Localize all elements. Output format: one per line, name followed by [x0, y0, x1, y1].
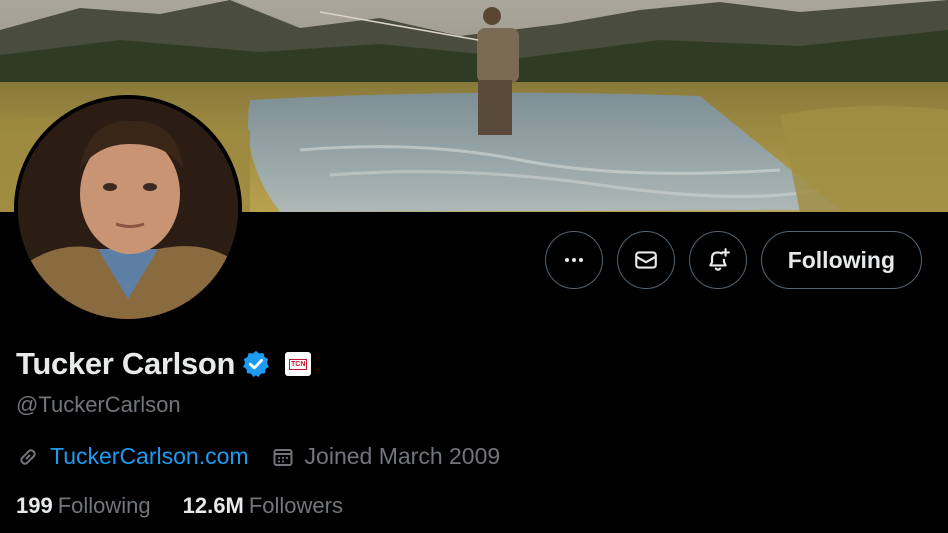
more-button[interactable] [544, 231, 603, 289]
followers-stat[interactable]: 12.6M Followers [183, 493, 343, 519]
followers-count: 12.6M [182, 493, 244, 518]
affiliation-badge-text: TCN [289, 358, 308, 370]
profile-avatar[interactable] [14, 95, 242, 323]
following-button[interactable]: Following [760, 231, 922, 289]
bell-plus-icon [709, 248, 730, 271]
joined-date: Joined March 2009 [304, 443, 501, 469]
more-horizontal-icon [564, 258, 583, 262]
follow-stats: 199 Following 12.6M Followers [16, 493, 343, 519]
following-stat[interactable]: 199 Following [16, 493, 151, 519]
notifications-button[interactable] [688, 231, 747, 289]
following-count: 199 [16, 493, 53, 518]
message-button[interactable] [616, 231, 675, 289]
envelope-icon [634, 251, 657, 269]
profile-actions: Following [544, 231, 922, 289]
profile-handle: @TuckerCarlson [16, 392, 181, 417]
name-row: Tucker Carlson TCN [16, 346, 312, 382]
following-label: Following [57, 493, 151, 518]
link-icon [20, 448, 36, 465]
avatar-photo [18, 99, 238, 319]
display-name: Tucker Carlson [16, 346, 236, 381]
website-item: TuckerCarlson.com [16, 443, 249, 470]
website-link[interactable]: TuckerCarlson.com [50, 443, 249, 470]
joined-item: Joined March 2009 [271, 443, 501, 470]
followers-label: Followers [248, 493, 343, 518]
affiliation-badge[interactable]: TCN [285, 352, 312, 376]
calendar-icon [273, 448, 293, 466]
verified-badge-icon[interactable] [241, 349, 271, 379]
profile-meta: TuckerCarlson.com Joined March 2009 [16, 443, 500, 470]
